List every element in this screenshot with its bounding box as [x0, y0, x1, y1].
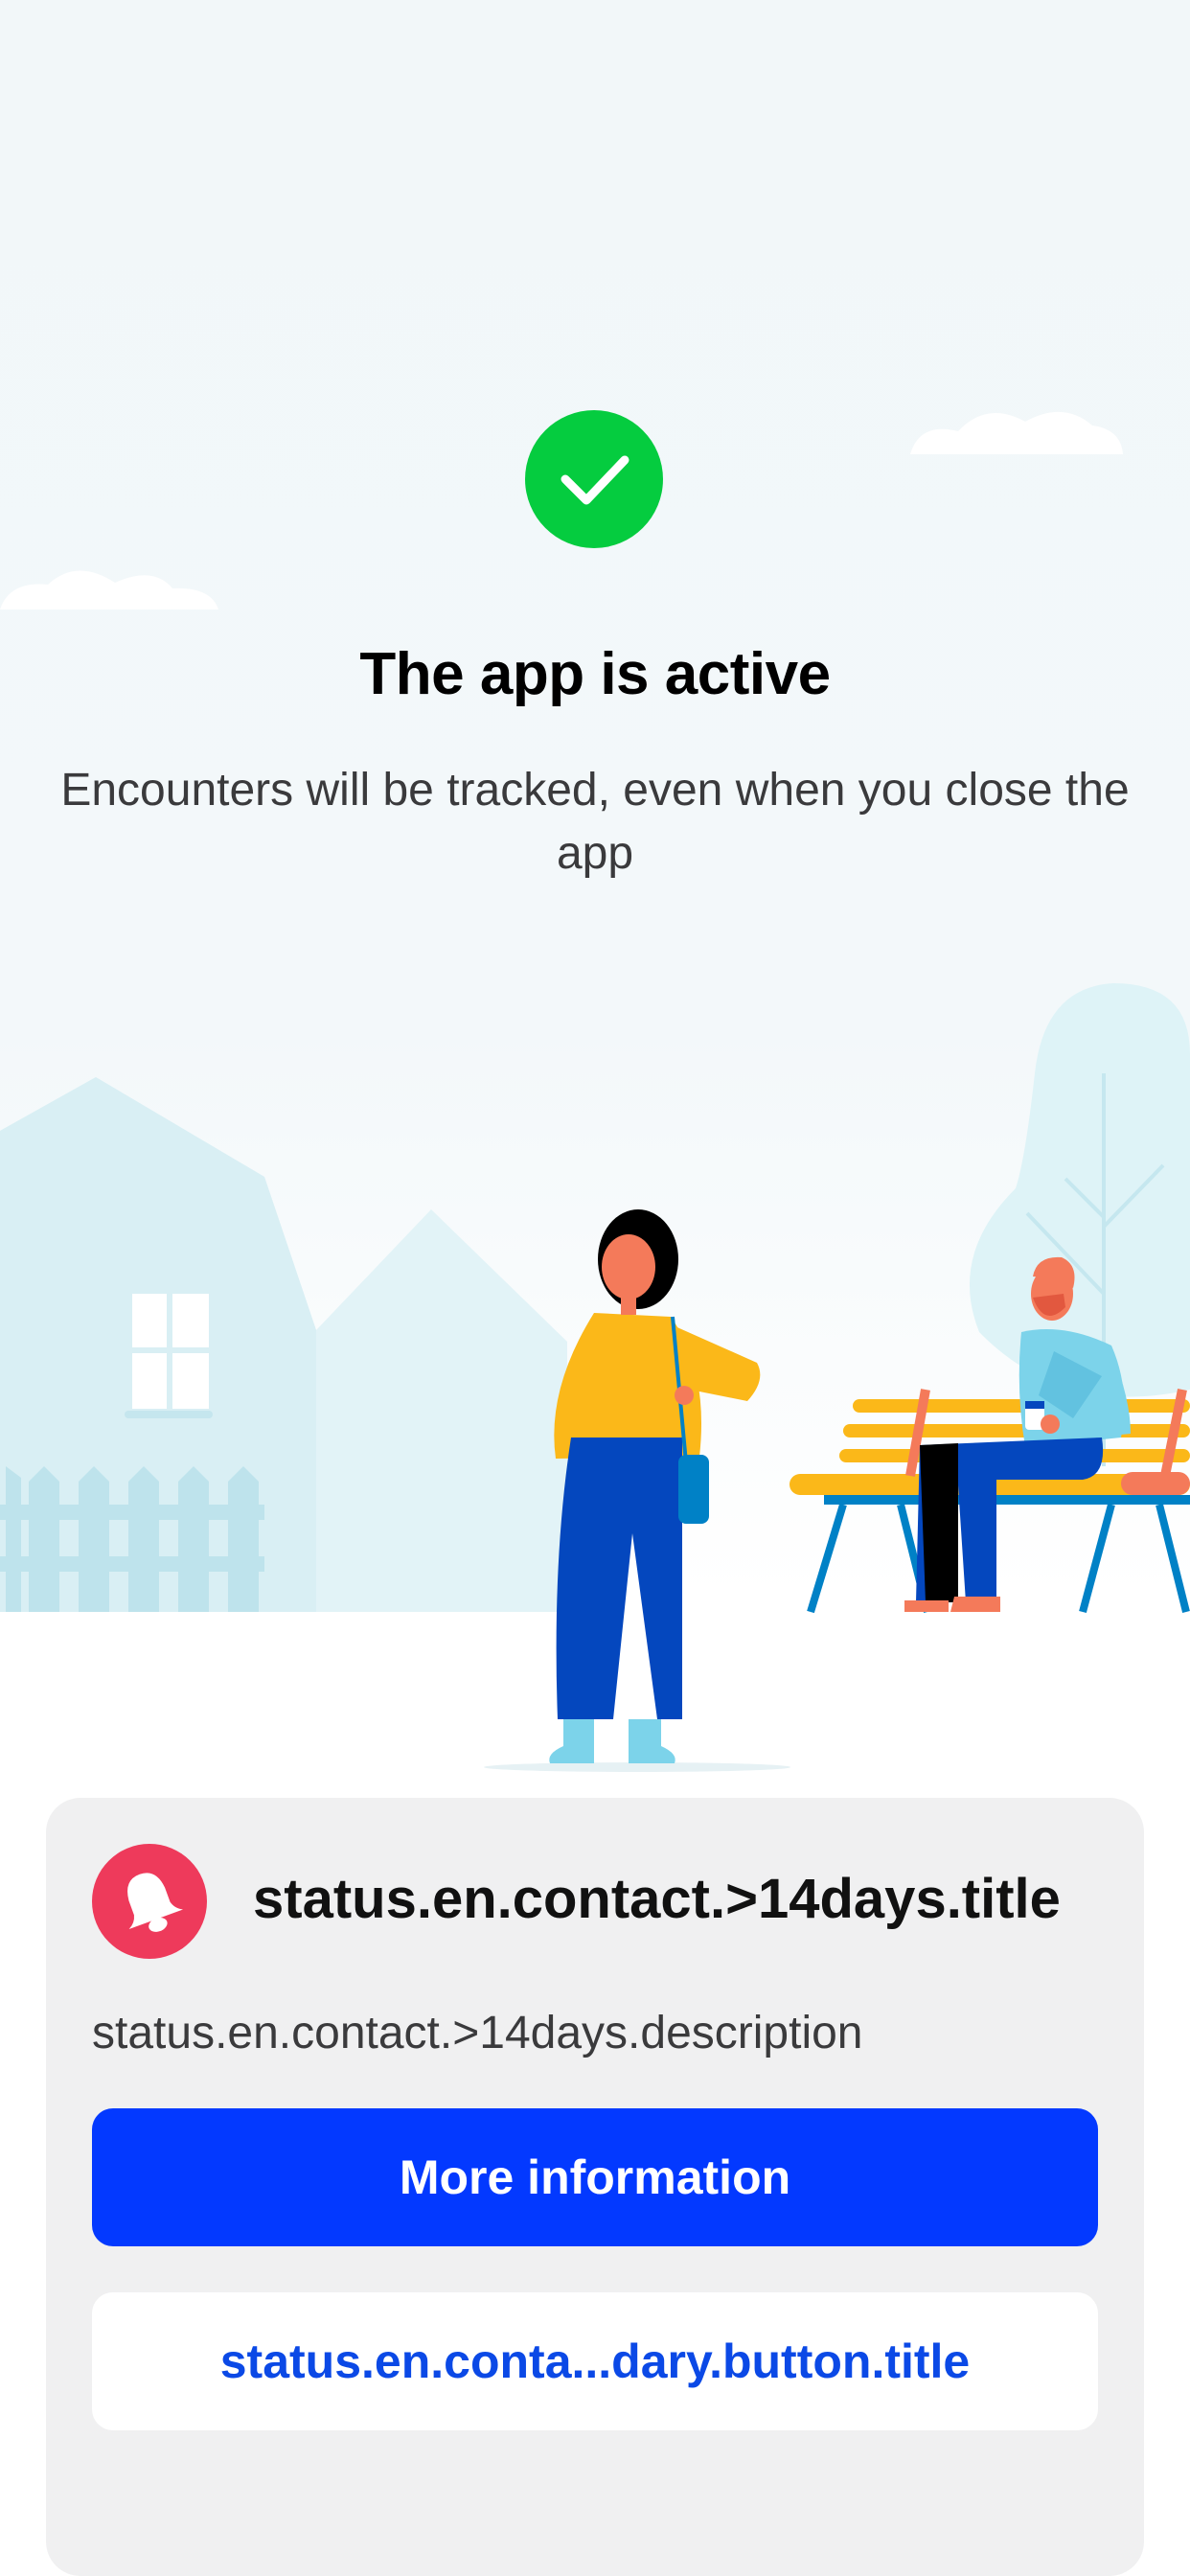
card-title: status.en.contact.>14days.title: [253, 1868, 1061, 1930]
cloud-decoration: [910, 411, 1123, 454]
alert-badge: [92, 1844, 207, 1959]
checkmark-icon: [561, 455, 629, 505]
cloud-decoration: [0, 570, 218, 610]
status-title: The app is active: [359, 641, 831, 707]
more-information-button[interactable]: More information: [92, 2108, 1098, 2246]
bell-icon: [127, 1873, 184, 1932]
card-description: status.en.contact.>14days.description: [92, 2008, 863, 2058]
success-badge: [525, 410, 663, 548]
park-scene-illustration: [0, 983, 1190, 1772]
status-subtitle: Encounters will be tracked, even when yo…: [60, 765, 1130, 879]
secondary-action-button[interactable]: status.en.conta...dary.button.title: [92, 2292, 1098, 2430]
